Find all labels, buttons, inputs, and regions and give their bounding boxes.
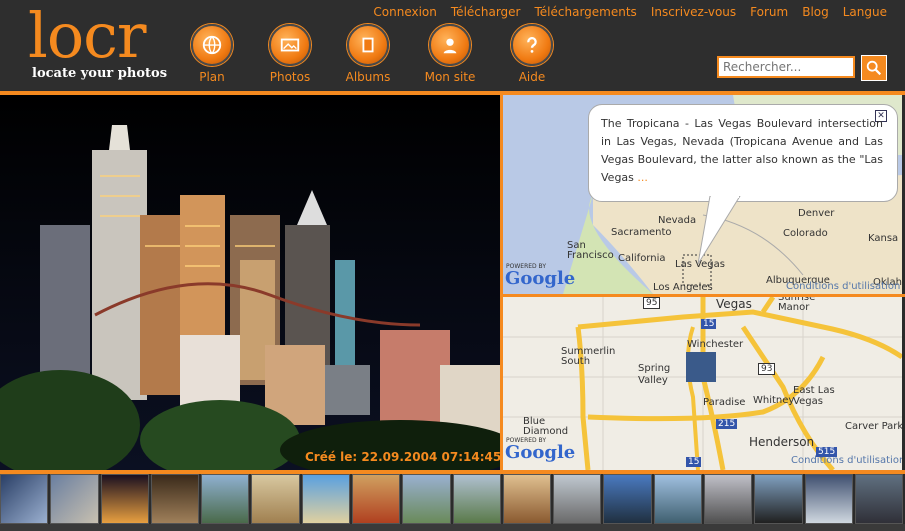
map-label: Summerlin South <box>561 346 616 367</box>
nav-label: Plan <box>199 70 225 84</box>
nav-label: Mon site <box>424 70 476 84</box>
nav-label: Aide <box>518 70 546 84</box>
thumbnail[interactable] <box>201 474 250 524</box>
photos-icon <box>269 24 311 66</box>
logo[interactable]: locr <box>28 0 147 72</box>
thumbnail[interactable] <box>402 474 451 524</box>
map-label: Winchester <box>687 339 744 350</box>
nav-item-albums[interactable]: Albums <box>333 24 403 84</box>
album-icon <box>347 24 389 66</box>
map-label: Sacramento <box>611 227 672 238</box>
nav-item-photos[interactable]: Photos <box>255 24 325 84</box>
map-label: Whitney <box>753 395 795 406</box>
thumbnail-strip <box>0 474 905 524</box>
google-logo[interactable]: Google <box>505 268 575 289</box>
downloads-link[interactable]: Téléchargements <box>535 5 637 19</box>
footer-bar <box>0 524 905 531</box>
thumbnail[interactable] <box>351 474 401 524</box>
map-label: Paradise <box>703 397 746 408</box>
highway-shield: 515 <box>816 447 838 457</box>
header: locr locate your photos Plan Photos Albu… <box>0 0 905 91</box>
thumbnail[interactable] <box>150 474 200 524</box>
language-link[interactable]: Langue <box>843 5 887 19</box>
highway-shield: 215 <box>716 419 738 429</box>
globe-icon <box>191 24 233 66</box>
thumbnail[interactable] <box>100 474 149 524</box>
terms-link[interactable]: Conditions d'utilisation <box>786 281 900 292</box>
blog-link[interactable]: Blog <box>802 5 829 19</box>
nav-item-plan[interactable]: Plan <box>177 24 247 84</box>
map-label: Carver Park <box>845 421 902 432</box>
upload-link[interactable]: Télécharger <box>451 5 521 19</box>
map-label: California <box>618 253 666 264</box>
thumbnail[interactable] <box>854 474 904 524</box>
map-label: San Francisco <box>567 240 614 261</box>
user-icon <box>429 24 471 66</box>
map-label: Henderson <box>749 435 815 449</box>
balloon-pointer <box>697 196 741 265</box>
register-link[interactable]: Inscrivez-vous <box>651 5 736 19</box>
thumbnail[interactable] <box>452 474 501 524</box>
balloon-text: The Tropicana - Las Vegas Boulevard inte… <box>601 115 883 187</box>
map-label: Kansa <box>868 233 899 244</box>
thumbnail[interactable] <box>0 474 49 524</box>
login-link[interactable]: Connexion <box>373 5 437 19</box>
thumbnail[interactable] <box>553 474 602 524</box>
map-label: Los Angeles <box>653 282 713 293</box>
map-label: Denver <box>798 208 835 219</box>
map-label: Colorado <box>783 228 828 239</box>
thumbnail[interactable] <box>653 474 702 524</box>
thumbnail[interactable] <box>502 474 552 524</box>
thumbnail[interactable] <box>754 474 803 524</box>
help-icon <box>511 24 553 66</box>
info-balloon: ✕ The Tropicana - Las Vegas Boulevard in… <box>588 104 898 202</box>
highway-shield: 15 <box>686 457 702 467</box>
highway-shield: 93 <box>758 363 776 375</box>
map-label: Vegas <box>716 297 752 311</box>
thumbnail[interactable] <box>251 474 300 524</box>
main-photo[interactable] <box>0 95 500 470</box>
search-input[interactable] <box>717 56 855 78</box>
balloon-more-link[interactable]: ... <box>637 171 648 184</box>
map-label: Spring Valley <box>638 363 671 386</box>
thumbnail[interactable] <box>603 474 652 524</box>
map-label: East Las Vegas <box>793 385 835 407</box>
thumbnail[interactable] <box>804 474 853 524</box>
forum-link[interactable]: Forum <box>750 5 788 19</box>
nav-item-aide[interactable]: Aide <box>497 24 567 84</box>
highway-shield: 15 <box>701 319 717 329</box>
nav-label: Albums <box>345 70 391 84</box>
nav-item-mon-site[interactable]: Mon site <box>415 24 485 84</box>
highway-shield: 95 <box>643 297 661 309</box>
thumbnail[interactable] <box>703 474 753 524</box>
terms-link[interactable]: Conditions d'utilisation <box>791 455 902 466</box>
top-links: Connexion Télécharger Téléchargements In… <box>373 5 887 19</box>
google-logo[interactable]: Google <box>505 442 575 463</box>
nav-label: Photos <box>269 70 311 84</box>
logo-tagline: locate your photos <box>32 66 168 81</box>
photo-caption: Créé le: 22.09.2004 07:14:45 <box>305 450 502 464</box>
map-label: Sunrise Manor <box>778 297 816 313</box>
photo-image <box>0 95 500 470</box>
detail-map[interactable]: Vegas Sunrise Manor Winchester Summerlin… <box>503 297 902 470</box>
thumbnail[interactable] <box>301 474 350 524</box>
search-button[interactable] <box>861 55 887 81</box>
thumbnail[interactable] <box>50 474 99 524</box>
search-icon <box>866 60 882 76</box>
map-label: Blue Diamond <box>523 416 569 437</box>
